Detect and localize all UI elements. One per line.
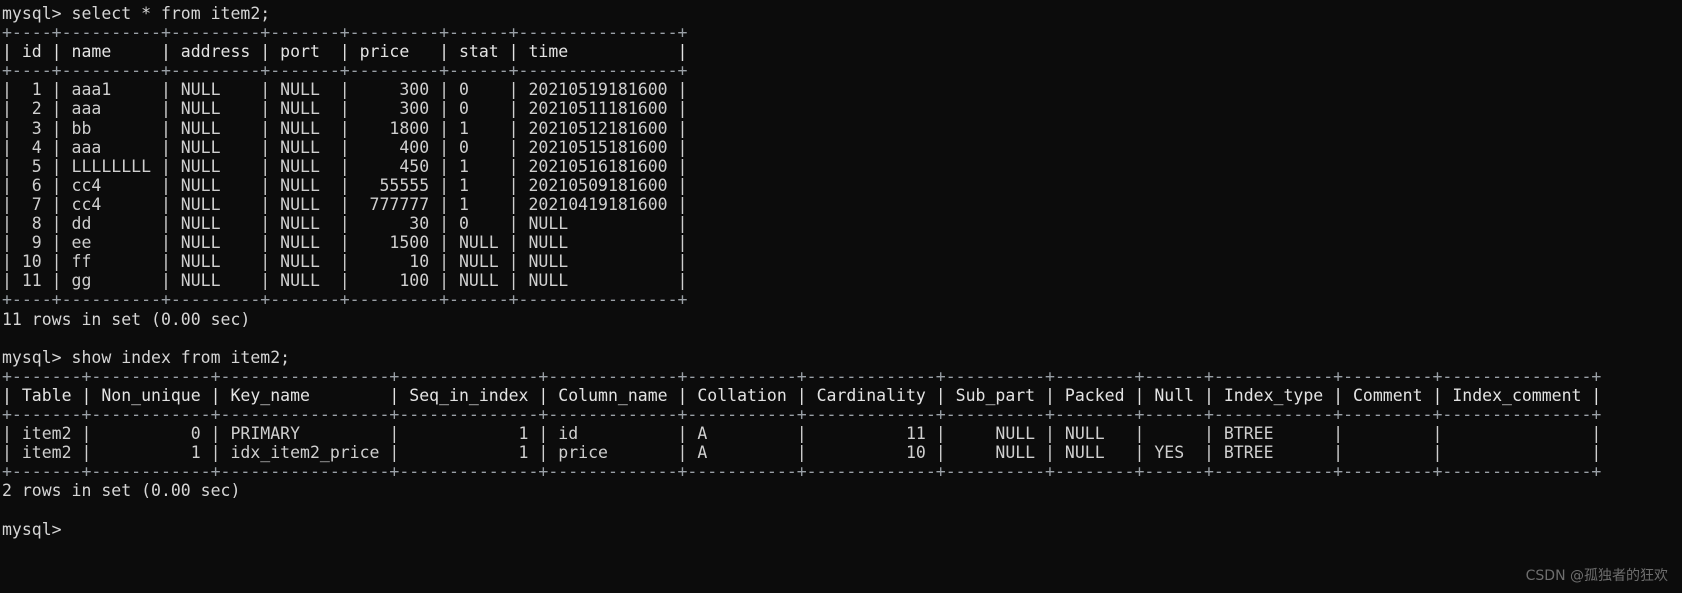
table-row: | 2 | aaa | NULL | NULL | 300 | 0 | 2021…: [2, 99, 688, 119]
select-table-header-row: | id | name | address | port | price | s…: [2, 42, 688, 62]
table-row: | 1 | aaa1 | NULL | NULL | 300 | 0 | 202…: [2, 80, 688, 100]
index-table-header-row: | Table | Non_unique | Key_name | Seq_in…: [2, 385, 1602, 405]
command-line-select: mysql> select * from item2;: [2, 4, 271, 23]
table-row: | 5 | LLLLLLLL | NULL | NULL | 450 | 1 |…: [2, 156, 688, 176]
table-row: | 8 | dd | NULL | NULL | 30 | 0 | NULL |: [2, 214, 688, 234]
index-table-top-border: +-------+------------+-----------------+…: [2, 366, 1602, 386]
table-row: | 11 | gg | NULL | NULL | 100 | NULL | N…: [2, 271, 688, 291]
select-table-header-separator: +----+----------+---------+-------+-----…: [2, 61, 688, 81]
table-row: | 10 | ff | NULL | NULL | 10 | NULL | NU…: [2, 252, 688, 272]
table-row: | 7 | cc4 | NULL | NULL | 777777 | 1 | 2…: [2, 194, 688, 214]
watermark-label: CSDN @孤独者的狂欢: [1525, 568, 1668, 584]
table-row: | item2 | 0 | PRIMARY | 1 | id | A | 11 …: [2, 424, 1602, 444]
index-table-bottom-border: +-------+------------+-----------------+…: [2, 462, 1602, 482]
table-row: | item2 | 1 | idx_item2_price | 1 | pric…: [2, 443, 1602, 463]
table-row: | 9 | ee | NULL | NULL | 1500 | NULL | N…: [2, 233, 688, 253]
select-table-bottom-border: +----+----------+---------+-------+-----…: [2, 290, 688, 310]
index-status-line: 2 rows in set (0.00 sec): [2, 481, 241, 501]
table-row: | 3 | bb | NULL | NULL | 1800 | 1 | 2021…: [2, 118, 688, 138]
command-line-show-index: mysql> show index from item2;: [2, 347, 291, 367]
terminal-window[interactable]: mysql> select * from item2; +----+------…: [0, 0, 1682, 593]
index-table-header-separator: +-------+------------+-----------------+…: [2, 404, 1602, 424]
table-row: | 4 | aaa | NULL | NULL | 400 | 0 | 2021…: [2, 137, 688, 157]
select-table-top-border: +----+----------+---------+-------+-----…: [2, 23, 688, 43]
active-prompt[interactable]: mysql>: [0, 520, 1682, 539]
table-row: | 6 | cc4 | NULL | NULL | 55555 | 1 | 20…: [2, 175, 688, 195]
select-status-line: 11 rows in set (0.00 sec): [2, 309, 251, 329]
